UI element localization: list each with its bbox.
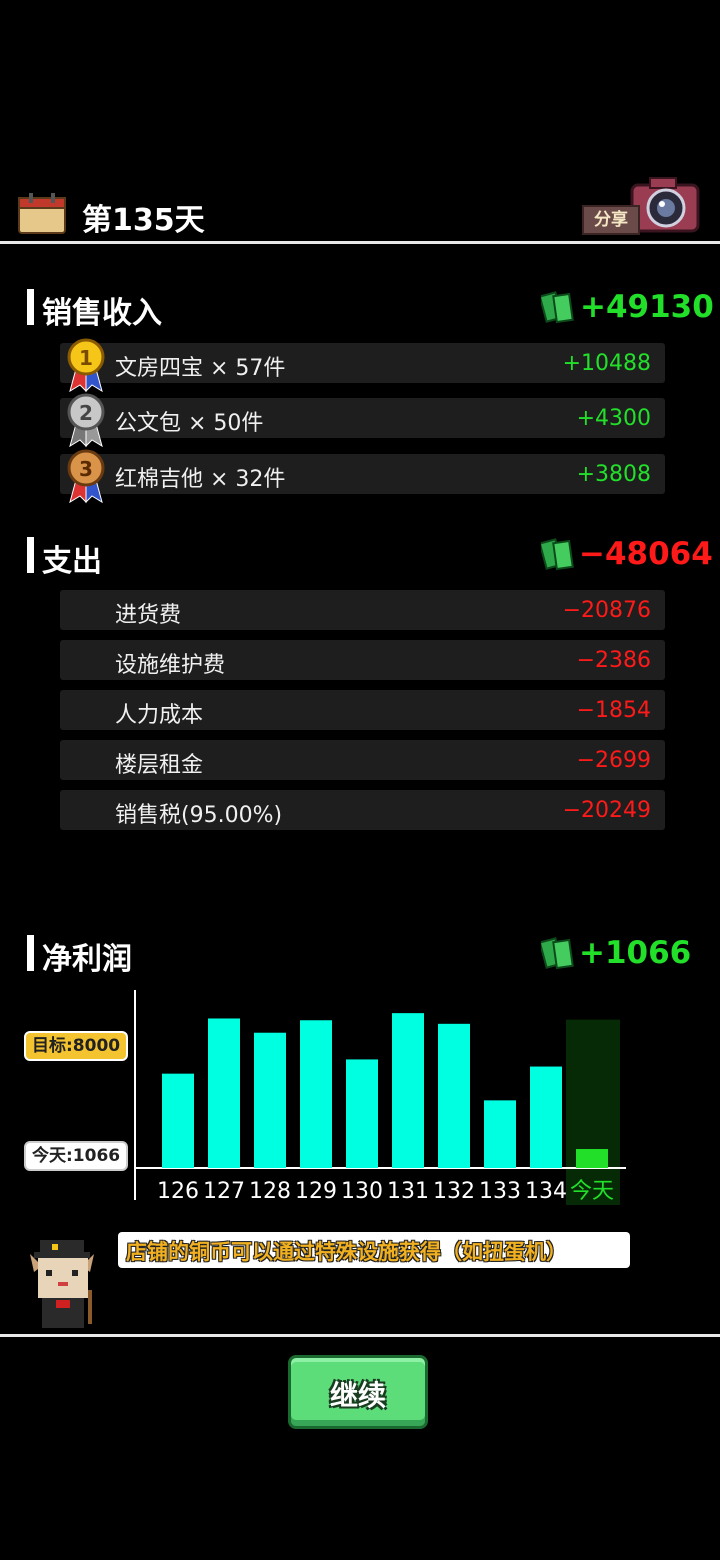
profit-title: 净利润 bbox=[42, 942, 132, 977]
bar bbox=[576, 1149, 608, 1168]
bar bbox=[392, 1013, 424, 1168]
expense-title: 支出 bbox=[42, 544, 102, 579]
row-label: 红棉吉他 × 32件 bbox=[115, 467, 286, 492]
profit-section-marker bbox=[27, 935, 34, 971]
income-row-3: 3 红棉吉他 × 32件 +3808 bbox=[60, 449, 665, 504]
money-icon bbox=[541, 291, 574, 324]
row-value: −20249 bbox=[562, 798, 651, 823]
bar bbox=[208, 1018, 240, 1168]
mascot-cat-icon bbox=[30, 1240, 94, 1328]
income-row-2: 2 公文包 × 50件 +4300 bbox=[60, 393, 665, 448]
bar bbox=[484, 1100, 516, 1168]
row-label: 人力成本 bbox=[115, 703, 204, 728]
row-value: +3808 bbox=[576, 462, 651, 487]
money-icon bbox=[541, 538, 574, 571]
expense-row: 销售税(95.00%) −20249 bbox=[60, 790, 665, 830]
day-title: 第135天 bbox=[82, 203, 205, 238]
x-tick-label: 130 bbox=[341, 1179, 383, 1204]
bar bbox=[162, 1073, 194, 1168]
x-tick-label: 131 bbox=[387, 1179, 429, 1204]
bar bbox=[254, 1032, 286, 1168]
today-highlight bbox=[566, 1019, 620, 1205]
row-value: −2699 bbox=[576, 748, 651, 773]
row-label: 进货费 bbox=[115, 603, 182, 628]
continue-button[interactable]: 继续 bbox=[288, 1355, 428, 1429]
profit-bar-chart: 126 127 128 129 130 131 132 133 134 今天 bbox=[134, 990, 626, 1205]
income-row-1: 1 文房四宝 × 57件 +10488 bbox=[60, 338, 665, 393]
income-title: 销售收入 bbox=[42, 296, 162, 331]
x-tick-label: 133 bbox=[479, 1179, 521, 1204]
tip-text: 店铺的铜币可以通过特殊设施获得（如扭蛋机） bbox=[126, 1240, 567, 1264]
row-label: 销售税(95.00%) bbox=[115, 803, 283, 828]
x-tick-label: 128 bbox=[249, 1179, 291, 1204]
bar bbox=[530, 1066, 562, 1168]
today-tag: 今天:1066 bbox=[24, 1141, 129, 1171]
row-label: 设施维护费 bbox=[115, 653, 226, 678]
expense-section-marker bbox=[27, 537, 34, 573]
target-tag: 目标:8000 bbox=[24, 1031, 129, 1061]
x-tick-label: 132 bbox=[433, 1179, 475, 1204]
bar bbox=[300, 1020, 332, 1168]
x-tick-label: 127 bbox=[203, 1179, 245, 1204]
expense-row: 楼层租金 −2699 bbox=[60, 740, 665, 780]
expense-row: 设施维护费 −2386 bbox=[60, 640, 665, 680]
row-label: 文房四宝 × 57件 bbox=[115, 356, 286, 381]
share-label: 分享 bbox=[582, 205, 640, 235]
x-tick-label: 134 bbox=[525, 1179, 567, 1204]
continue-label: 继续 bbox=[329, 1379, 386, 1412]
svg-text:1: 1 bbox=[79, 346, 93, 370]
row-label: 公文包 × 50件 bbox=[115, 411, 264, 436]
row-value: −20876 bbox=[562, 598, 651, 623]
x-tick-label: 126 bbox=[157, 1179, 199, 1204]
row-value: +10488 bbox=[562, 351, 651, 376]
footer-divider bbox=[0, 1334, 720, 1337]
bronze-medal-icon: 3 bbox=[67, 449, 105, 504]
tip-bubble: 店铺的铜币可以通过特殊设施获得（如扭蛋机） bbox=[118, 1232, 630, 1268]
money-icon bbox=[541, 937, 574, 970]
income-section-marker bbox=[27, 289, 34, 325]
bar bbox=[438, 1023, 470, 1168]
row-value: +4300 bbox=[576, 406, 651, 431]
expense-total: −48064 bbox=[579, 536, 713, 572]
silver-medal-icon: 2 bbox=[67, 393, 105, 448]
svg-text:3: 3 bbox=[79, 457, 93, 481]
income-total: +49130 bbox=[580, 289, 714, 325]
header-divider bbox=[0, 241, 720, 244]
profit-total: +1066 bbox=[579, 935, 692, 971]
calendar-icon bbox=[18, 193, 66, 234]
gold-medal-icon: 1 bbox=[67, 338, 105, 393]
x-tick-label: 129 bbox=[295, 1179, 337, 1204]
row-label: 楼层租金 bbox=[115, 753, 204, 778]
share-button[interactable]: 分享 bbox=[578, 175, 702, 237]
expense-row: 进货费 −20876 bbox=[60, 590, 665, 630]
expense-row: 人力成本 −1854 bbox=[60, 690, 665, 730]
row-value: −1854 bbox=[576, 698, 651, 723]
x-tick-label: 今天 bbox=[570, 1179, 614, 1204]
svg-text:2: 2 bbox=[79, 401, 93, 425]
row-value: −2386 bbox=[576, 648, 651, 673]
bar bbox=[346, 1059, 378, 1168]
